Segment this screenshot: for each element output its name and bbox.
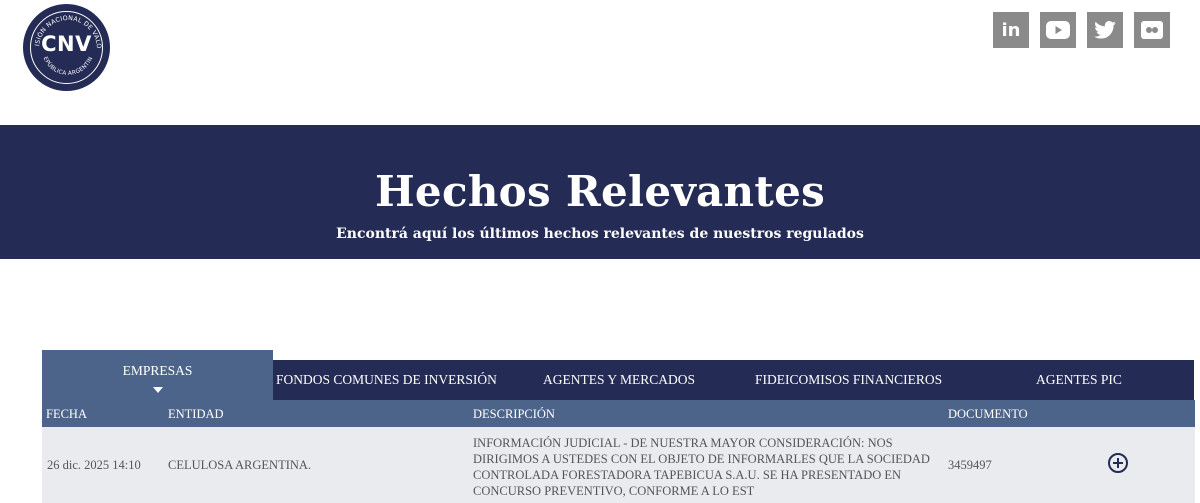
twitter-icon	[1094, 21, 1116, 39]
tab-agentes-pic[interactable]: AGENTES PIC	[1036, 360, 1122, 400]
table-header: FECHA ENTIDAD DESCRIPCIÓN DOCUMENTO	[42, 400, 1195, 427]
page-subtitle: Encontrá aquí los últimos hechos relevan…	[336, 226, 864, 242]
logo-wordmark: CNV	[41, 32, 92, 56]
twitter-button[interactable]	[1087, 12, 1123, 48]
row-descripcion: INFORMACIÓN JUDICIAL - DE NUESTRA MAYOR …	[473, 436, 930, 498]
social-links: in	[993, 12, 1170, 48]
column-documento[interactable]: DOCUMENTO	[948, 407, 1028, 422]
tab-agentes-mercados[interactable]: AGENTES Y MERCADOS	[543, 360, 695, 400]
caret-down-icon	[152, 387, 163, 393]
row-fecha: 26 dic. 2025 14:10	[47, 458, 141, 472]
cnv-logo[interactable]: COMISIÓN NACIONAL DE VALORES REPÚBLICA A…	[23, 4, 110, 91]
category-tabs: EMPRESAS FONDOS COMUNES DE INVERSIÓN AGE…	[42, 350, 1194, 400]
youtube-icon	[1046, 21, 1070, 39]
row-entidad: CELULOSA ARGENTINA.	[168, 458, 312, 472]
hero-banner: Hechos Relevantes Encontrá aquí los últi…	[0, 125, 1200, 259]
column-descripcion[interactable]: DESCRIPCIÓN	[473, 407, 555, 422]
linkedin-icon: in	[1001, 19, 1021, 41]
column-entidad[interactable]: ENTIDAD	[168, 407, 224, 422]
flickr-button[interactable]	[1134, 12, 1170, 48]
row-documento[interactable]: 3459497	[948, 458, 992, 473]
youtube-button[interactable]	[1040, 12, 1076, 48]
page-title: Hechos Relevantes	[374, 167, 826, 216]
linkedin-button[interactable]: in	[993, 12, 1029, 48]
tab-fideicomisos[interactable]: FIDEICOMISOS FINANCIEROS	[755, 360, 942, 400]
tab-empresas[interactable]: EMPRESAS	[42, 350, 273, 400]
expand-plus-icon[interactable]	[1108, 453, 1128, 473]
tab-fondos-comunes[interactable]: FONDOS COMUNES DE INVERSIÓN	[276, 360, 497, 400]
table-row[interactable]: 26 dic. 2025 14:10 CELULOSA ARGENTINA. I…	[42, 427, 1195, 503]
column-fecha[interactable]: FECHA	[46, 407, 87, 422]
flickr-icon	[1141, 21, 1163, 39]
